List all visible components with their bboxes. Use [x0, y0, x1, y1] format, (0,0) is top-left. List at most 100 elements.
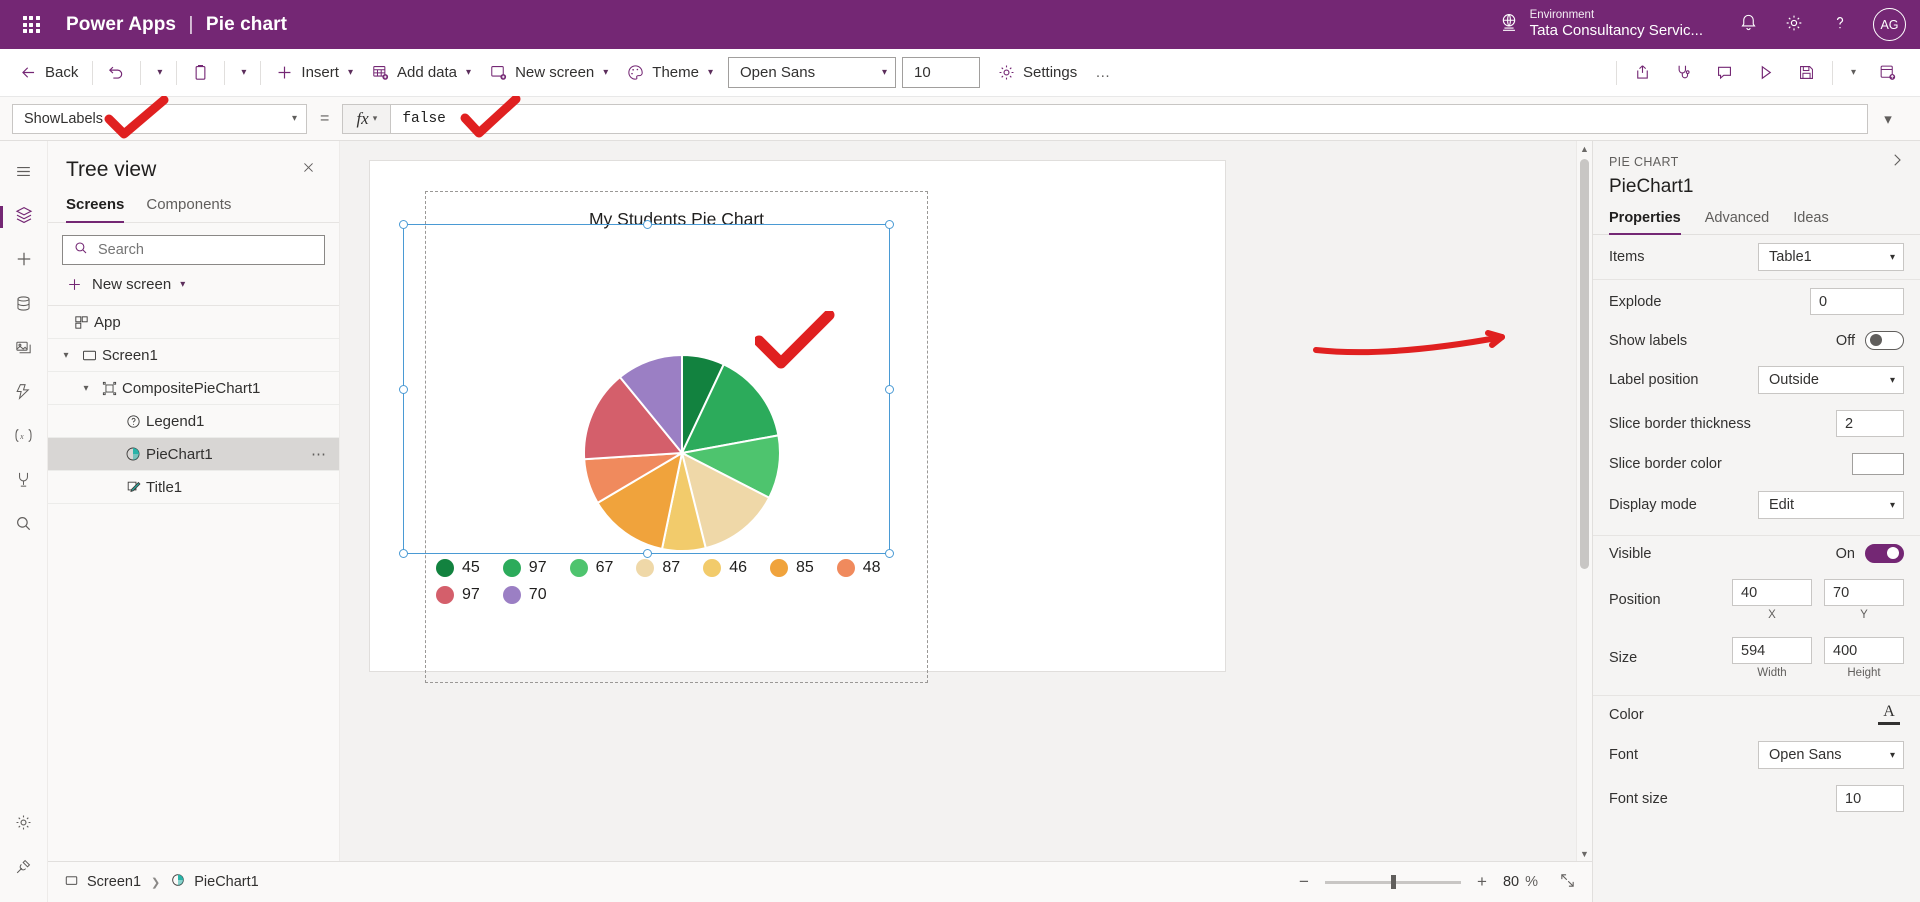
tree-row-app[interactable]: App	[48, 306, 339, 339]
sidebar-item-advanced-tools[interactable]	[2, 846, 46, 890]
canvas-vertical-scrollbar[interactable]: ▲ ▼	[1576, 141, 1592, 862]
search-input[interactable]	[98, 242, 314, 258]
legend-item[interactable]: 67	[570, 559, 614, 577]
legend-item[interactable]: 97	[503, 559, 547, 577]
back-button[interactable]: Back	[10, 56, 87, 90]
font-size-input[interactable]: 10	[902, 57, 980, 88]
tree-row-title1[interactable]: Title1	[48, 471, 339, 504]
fit-to-screen-icon[interactable]	[1559, 872, 1576, 893]
tree-row-piechart1[interactable]: PieChart1 ⋯	[48, 438, 339, 471]
tree-row-composite-pie-chart1[interactable]: ▾ CompositePieChart1	[48, 372, 339, 405]
font-family-select[interactable]: Open Sans ▾	[728, 57, 896, 88]
notifications-button[interactable]	[1725, 0, 1771, 49]
legend-item[interactable]: 85	[770, 559, 814, 577]
legend-item[interactable]: 48	[837, 559, 881, 577]
help-button[interactable]	[1817, 0, 1863, 49]
chevron-right-icon[interactable]	[1888, 151, 1906, 175]
insert-button[interactable]: Insert ▾	[266, 56, 362, 90]
publish-button[interactable]	[1867, 56, 1908, 90]
legend-item[interactable]: 45	[436, 559, 480, 577]
pie-slices[interactable]	[582, 353, 782, 553]
save-button[interactable]	[1786, 56, 1827, 90]
settings-button-top[interactable]	[1771, 0, 1817, 49]
comments-button[interactable]	[1704, 56, 1745, 90]
tree-row-more-button[interactable]: ⋯	[311, 445, 327, 463]
preview-button[interactable]	[1745, 56, 1786, 90]
legend-item[interactable]: 97	[436, 586, 480, 604]
explode-input[interactable]: 0	[1810, 288, 1904, 315]
sidebar-item-power-automate[interactable]	[2, 371, 46, 415]
tab-ideas[interactable]: Ideas	[1793, 210, 1828, 234]
position-y-input[interactable]: 70	[1824, 579, 1904, 606]
tab-screens[interactable]: Screens	[66, 192, 124, 222]
formula-expand-button[interactable]: ▾	[1868, 110, 1908, 128]
pie-chart-selection[interactable]	[403, 224, 890, 554]
chevron-down-icon[interactable]: ▾	[56, 350, 76, 361]
zoom-slider-thumb[interactable]	[1391, 875, 1396, 889]
plus-icon[interactable]: +	[1474, 872, 1490, 892]
label-position-dropdown[interactable]: Outside ▾	[1758, 366, 1904, 394]
legend-item[interactable]: 87	[636, 559, 680, 577]
sidebar-item-insert[interactable]	[2, 239, 46, 283]
property-selector[interactable]: ShowLabels ▾	[12, 104, 307, 134]
tab-advanced[interactable]: Advanced	[1705, 210, 1770, 234]
resize-handle-nw[interactable]	[399, 220, 408, 229]
font-size-input[interactable]: 10	[1836, 785, 1904, 812]
theme-button[interactable]: Theme ▾	[617, 56, 722, 90]
minus-icon[interactable]: −	[1296, 872, 1312, 892]
slice-border-thickness-input[interactable]: 2	[1836, 410, 1904, 437]
chevron-down-icon[interactable]: ▾	[76, 383, 96, 394]
settings-button[interactable]: Settings	[988, 56, 1086, 90]
overflow-menu-button[interactable]: …	[1086, 56, 1121, 90]
new-screen-tree-button[interactable]: New screen ▾	[48, 265, 339, 306]
resize-handle-se[interactable]	[885, 549, 894, 558]
close-icon[interactable]	[296, 158, 321, 182]
resize-handle-e[interactable]	[885, 385, 894, 394]
visible-toggle[interactable]	[1865, 544, 1904, 563]
sidebar-item-media[interactable]	[2, 327, 46, 371]
tab-components[interactable]: Components	[146, 192, 231, 222]
add-data-button[interactable]: Add data ▾	[362, 56, 480, 90]
tree-row-legend1[interactable]: Legend1	[48, 405, 339, 438]
display-mode-dropdown[interactable]: Edit ▾	[1758, 491, 1904, 519]
sidebar-item-settings[interactable]	[2, 802, 46, 846]
vertical-scroll-thumb[interactable]	[1580, 159, 1589, 569]
items-dropdown[interactable]: Table1 ▾	[1758, 243, 1904, 271]
share-button[interactable]	[1622, 56, 1663, 90]
tab-properties[interactable]: Properties	[1609, 210, 1681, 234]
tree-row-screen1[interactable]: ▾ Screen1	[48, 339, 339, 372]
search-box[interactable]	[62, 235, 325, 265]
paste-button[interactable]	[182, 56, 219, 90]
zoom-slider[interactable]	[1325, 881, 1461, 884]
sidebar-item-data[interactable]	[2, 283, 46, 327]
resize-handle-w[interactable]	[399, 385, 408, 394]
sidebar-item-tree-view[interactable]	[2, 195, 46, 239]
hamburger-menu-button[interactable]	[2, 151, 46, 195]
pie-chart-graphic[interactable]	[582, 353, 782, 553]
app-screen-canvas[interactable]: My Students Pie Chart 45976787	[370, 161, 1225, 671]
paste-dropdown[interactable]: ▾	[230, 56, 255, 90]
position-x-input[interactable]: 40	[1732, 579, 1812, 606]
font-dropdown[interactable]: Open Sans ▾	[1758, 741, 1904, 769]
avatar[interactable]: AG	[1873, 8, 1906, 41]
size-width-input[interactable]: 594	[1732, 637, 1812, 664]
sidebar-item-search[interactable]	[2, 503, 46, 547]
slice-border-color-swatch[interactable]	[1852, 453, 1904, 475]
undo-dropdown[interactable]: ▾	[146, 56, 171, 90]
fx-insert-function-button[interactable]: fx ▾	[342, 104, 390, 134]
scroll-up-arrow-icon[interactable]: ▲	[1580, 141, 1589, 157]
canvas-scroll-region[interactable]: My Students Pie Chart 45976787	[340, 141, 1592, 888]
environment-picker[interactable]: Environment Tata Consultancy Servic...	[1498, 9, 1703, 39]
save-dropdown[interactable]: ▾	[1838, 56, 1867, 90]
resize-handle-ne[interactable]	[885, 220, 894, 229]
legend-item[interactable]: 46	[703, 559, 747, 577]
breadcrumb-control[interactable]: PieChart1	[170, 872, 258, 892]
resize-handle-n[interactable]	[643, 220, 652, 229]
sidebar-item-variables[interactable]: x	[2, 415, 46, 459]
undo-button[interactable]	[98, 56, 135, 90]
chart-legend[interactable]: 459767874685489770	[432, 559, 924, 604]
resize-handle-sw[interactable]	[399, 549, 408, 558]
breadcrumb-screen[interactable]: Screen1	[64, 873, 141, 892]
scroll-down-arrow-icon[interactable]: ▼	[1580, 846, 1589, 862]
show-labels-toggle[interactable]	[1865, 331, 1904, 350]
